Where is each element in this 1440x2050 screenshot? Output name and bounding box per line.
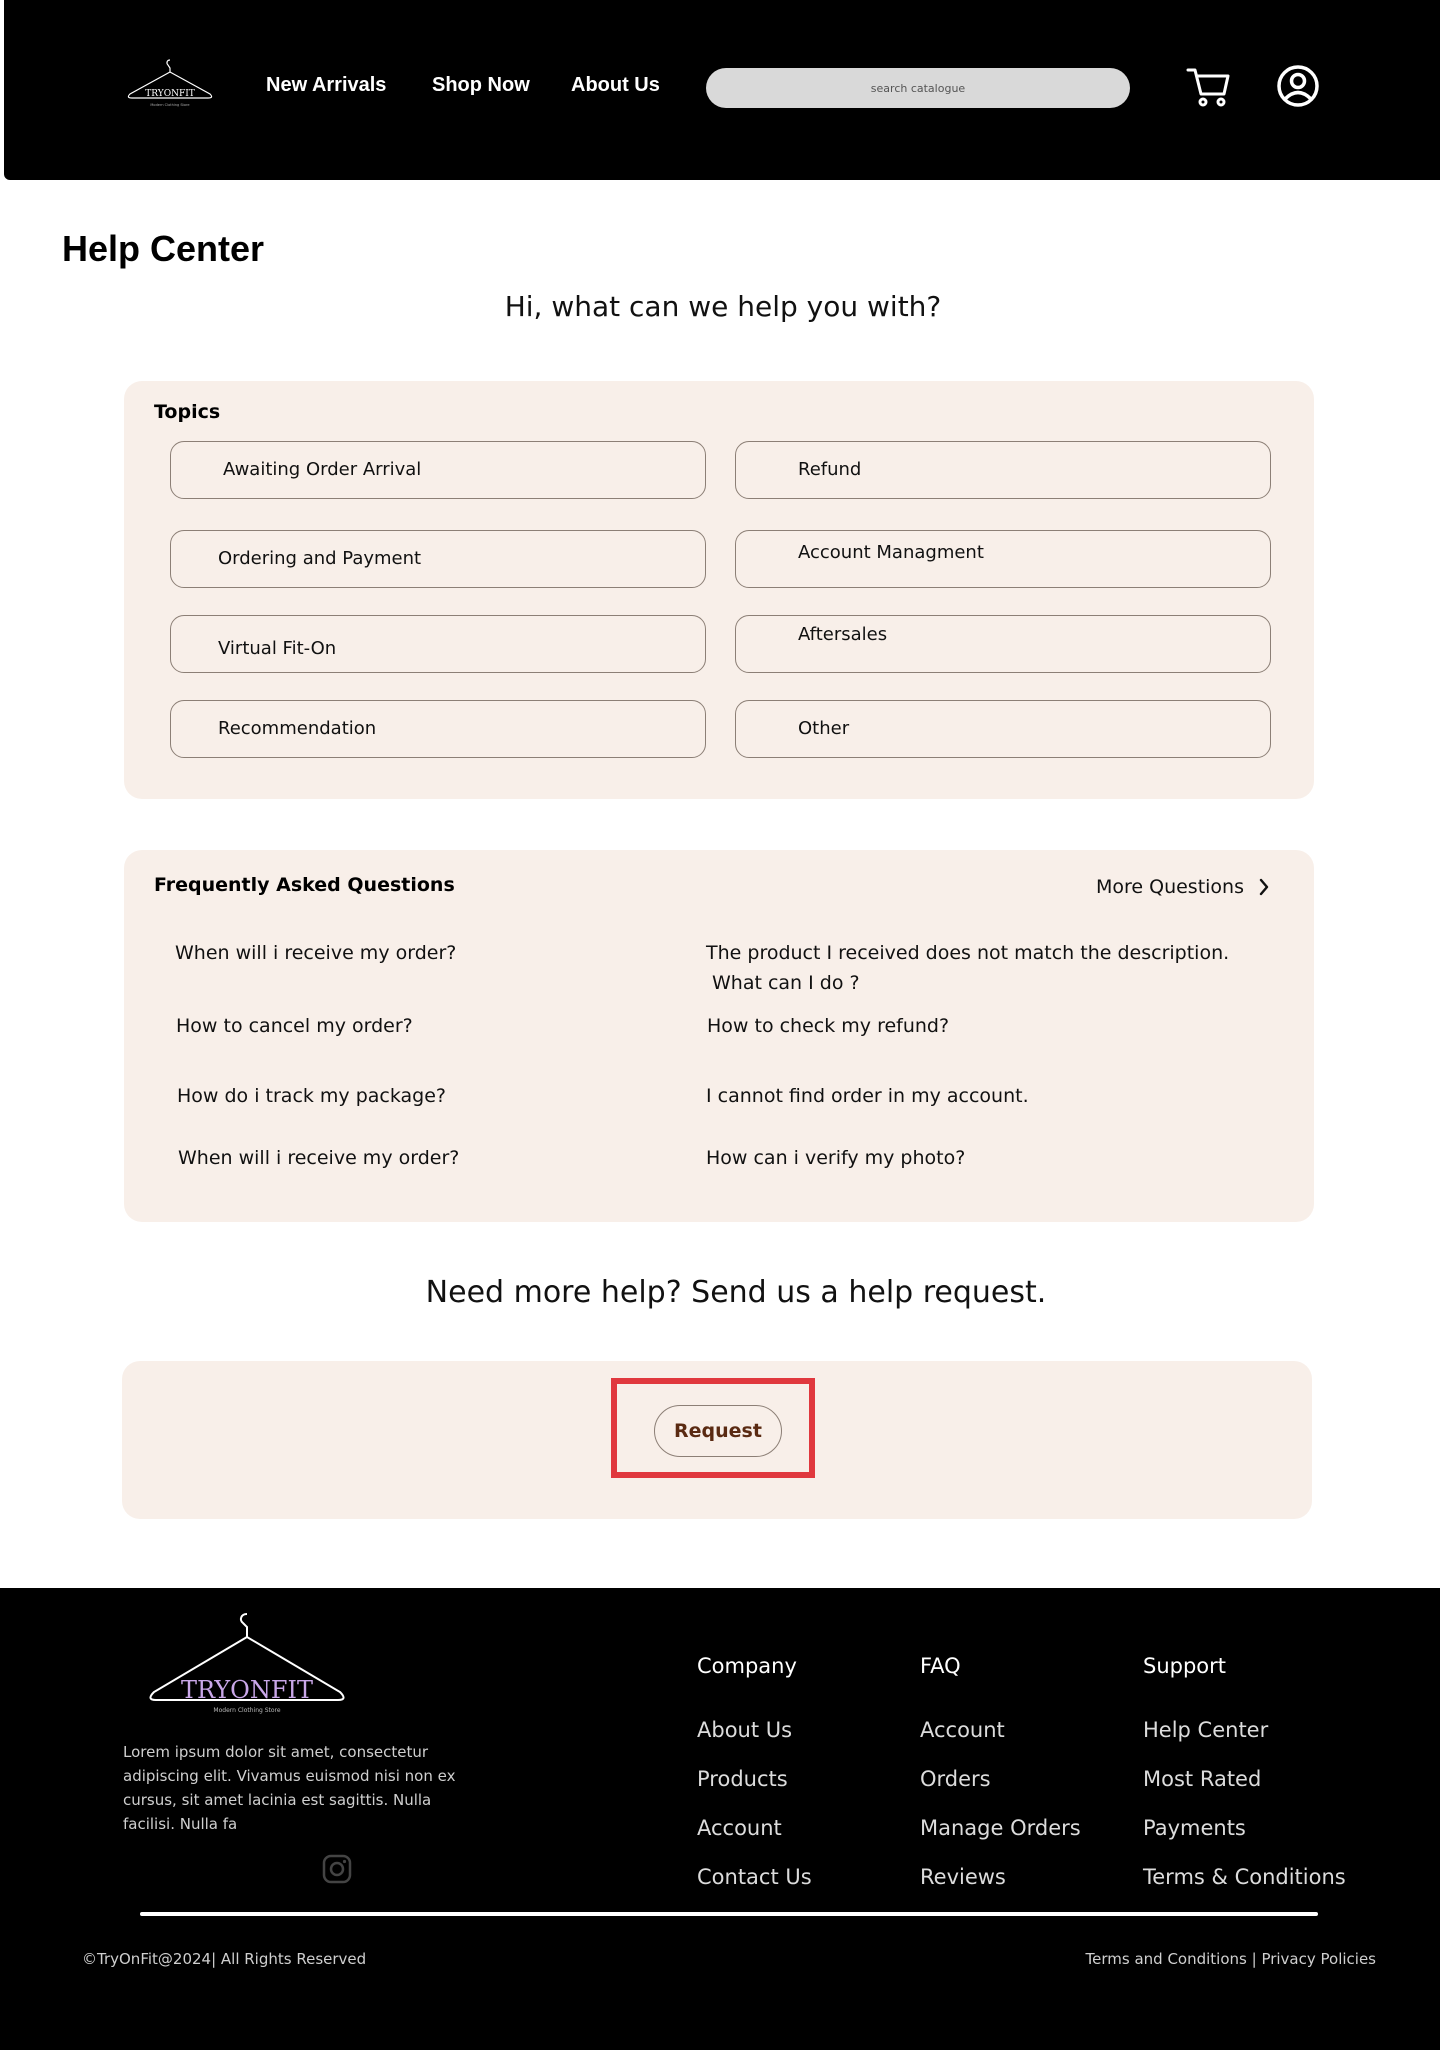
topic-label: Account Managment xyxy=(798,542,984,563)
more-questions-label: More Questions xyxy=(1095,876,1244,898)
footer-col-faq-title: FAQ xyxy=(920,1654,961,1678)
footer-link-most-rated[interactable]: Most Rated xyxy=(1143,1767,1261,1791)
footer-link-faq-account[interactable]: Account xyxy=(920,1718,1005,1742)
top-header: TRYONFIT Modern Clothing Store New Arriv… xyxy=(4,0,1440,180)
footer-link-orders[interactable]: Orders xyxy=(920,1767,991,1791)
privacy-link[interactable]: Privacy Policies xyxy=(1261,1950,1376,1968)
tryonfit-logo-icon[interactable]: TRYONFIT Modern Clothing Store xyxy=(144,1608,350,1726)
nav-shop-now[interactable]: Shop Now xyxy=(432,74,530,97)
faq-question[interactable]: How do i track my package? xyxy=(177,1081,446,1111)
terms-link[interactable]: Terms and Conditions xyxy=(1086,1950,1247,1968)
footer-link-about-us[interactable]: About Us xyxy=(697,1718,792,1742)
instagram-icon[interactable] xyxy=(322,1854,352,1884)
footer-link-manage-orders[interactable]: Manage Orders xyxy=(920,1816,1081,1840)
svg-text:TRYONFIT: TRYONFIT xyxy=(145,89,195,99)
faq-title: Frequently Asked Questions xyxy=(154,874,455,896)
help-request-heading: Need more help? Send us a help request. xyxy=(425,1275,1047,1310)
footer-link-help-center[interactable]: Help Center xyxy=(1143,1718,1268,1742)
topic-virtual-fit-on[interactable]: Virtual Fit-On xyxy=(170,615,706,673)
faq-question[interactable]: I cannot find order in my account. xyxy=(706,1081,1029,1111)
user-circle-icon[interactable] xyxy=(1274,62,1322,110)
footer-description: Lorem ipsum dolor sit amet, consectetur … xyxy=(123,1743,456,1833)
topic-account-management[interactable]: Account Managment xyxy=(735,530,1271,588)
footer: TRYONFIT Modern Clothing Store Lorem ips… xyxy=(0,1588,1440,2050)
svg-text:Modern Clothing Store: Modern Clothing Store xyxy=(150,103,189,107)
topic-ordering-and-payment[interactable]: Ordering and Payment xyxy=(170,530,706,588)
faq-question[interactable]: When will i receive my order? xyxy=(178,1143,459,1173)
topic-label: Awaiting Order Arrival xyxy=(223,459,422,480)
request-button[interactable]: Request xyxy=(654,1405,782,1457)
search-input[interactable] xyxy=(706,68,1130,108)
page-title: Help Center xyxy=(62,228,265,269)
footer-link-contact-us[interactable]: Contact Us xyxy=(697,1865,812,1889)
cart-icon[interactable] xyxy=(1184,62,1232,110)
footer-link-products[interactable]: Products xyxy=(697,1767,788,1791)
topics-title: Topics xyxy=(154,401,221,423)
faq-question[interactable]: How can i verify my photo? xyxy=(706,1143,965,1173)
faq-question[interactable]: How to check my refund? xyxy=(707,1011,949,1041)
topics-card: Topics Awaiting Order Arrival Refund Ord… xyxy=(124,381,1314,799)
footer-col-company-title: Company xyxy=(697,1654,797,1678)
svg-text:TRYONFIT: TRYONFIT xyxy=(181,1676,313,1704)
topic-label: Other xyxy=(798,718,850,739)
topic-other[interactable]: Other xyxy=(735,700,1271,758)
legal-separator: | xyxy=(1246,1950,1262,1968)
faq-card: Frequently Asked Questions More Question… xyxy=(124,850,1314,1222)
footer-link-payments[interactable]: Payments xyxy=(1143,1816,1246,1840)
hanger-logo-icon[interactable]: TRYONFIT Modern Clothing Store xyxy=(124,56,216,112)
chevron-right-icon xyxy=(1259,878,1269,896)
footer-divider xyxy=(140,1912,1318,1916)
faq-question-line: The product I received does not match th… xyxy=(706,942,1230,964)
copyright-text: ©TryOnFit@2024| All Rights Reserved xyxy=(82,1950,367,1968)
faq-question[interactable]: The product I received does not match th… xyxy=(706,938,1229,998)
faq-question-line: What can I do ? xyxy=(712,972,860,994)
topic-aftersales[interactable]: Aftersales xyxy=(735,615,1271,673)
page-subtitle: Hi, what can we help you with? xyxy=(504,290,942,323)
faq-question[interactable]: How to cancel my order? xyxy=(176,1011,413,1041)
topic-label: Virtual Fit-On xyxy=(218,638,337,659)
topic-label: Recommendation xyxy=(218,718,377,739)
topic-awaiting-order-arrival[interactable]: Awaiting Order Arrival xyxy=(170,441,706,499)
footer-col-support-title: Support xyxy=(1143,1654,1227,1678)
topic-recommendation[interactable]: Recommendation xyxy=(170,700,706,758)
legal-links: Terms and Conditions | Privacy Policies xyxy=(1086,1950,1376,1968)
more-questions-link[interactable]: More Questions xyxy=(1096,876,1270,898)
footer-link-reviews[interactable]: Reviews xyxy=(920,1865,1006,1889)
topic-label: Aftersales xyxy=(798,624,888,645)
footer-link-account[interactable]: Account xyxy=(697,1816,782,1840)
topic-refund[interactable]: Refund xyxy=(735,441,1271,499)
faq-question[interactable]: When will i receive my order? xyxy=(175,938,456,968)
topic-label: Refund xyxy=(798,459,862,480)
nav-about-us[interactable]: About Us xyxy=(571,74,660,97)
footer-link-terms-conditions[interactable]: Terms & Conditions xyxy=(1143,1865,1346,1889)
nav-new-arrivals[interactable]: New Arrivals xyxy=(266,74,386,97)
svg-text:Modern Clothing Store: Modern Clothing Store xyxy=(213,1707,280,1714)
topic-label: Ordering and Payment xyxy=(218,548,422,569)
